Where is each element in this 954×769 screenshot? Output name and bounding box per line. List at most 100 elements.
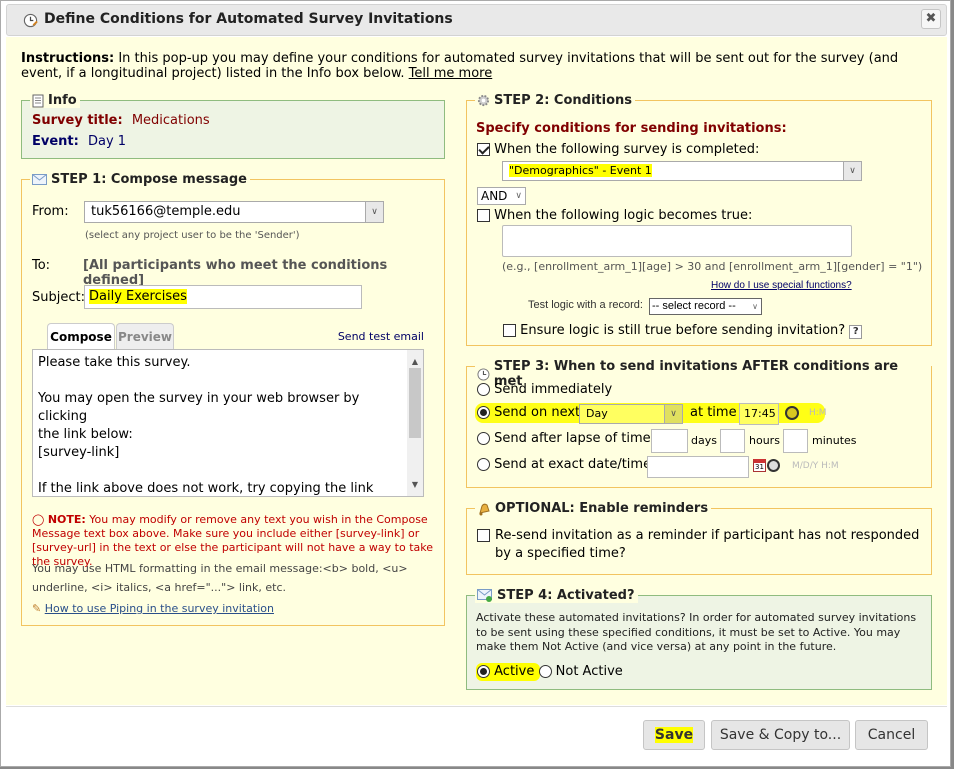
activation-options: Active Not Active xyxy=(477,664,623,679)
step2-legend-label: STEP 2: Conditions xyxy=(494,93,633,108)
clock-picker-icon[interactable] xyxy=(767,459,780,472)
message-line: [survey-link] xyxy=(38,445,120,460)
chevron-down-icon: ∨ xyxy=(752,302,758,311)
pencil-icon: ✎ xyxy=(32,602,42,615)
conditions-heading: Specify conditions for sending invitatio… xyxy=(476,121,787,136)
cancel-label: Cancel xyxy=(867,727,916,743)
time-value: 17:45 xyxy=(744,407,776,420)
step1-legend-label: STEP 1: Compose message xyxy=(51,172,248,187)
datetime-format-hint: M/D/Y H:M xyxy=(792,461,839,471)
reminder-checkbox[interactable] xyxy=(477,529,490,542)
send-lapse-radio[interactable] xyxy=(477,432,490,445)
message-textarea[interactable]: Please take this survey. You may open the… xyxy=(32,349,424,497)
survey-select[interactable]: "Demographics" - Event 1 ∨ xyxy=(502,161,862,181)
notepad-icon xyxy=(32,94,44,107)
test-logic-select-value: -- select record -- xyxy=(652,300,736,312)
message-line: You may open the survey in your web brow… xyxy=(38,391,360,424)
calendar-icon[interactable]: 31 xyxy=(753,459,766,472)
to-value: [All participants who meet the condition… xyxy=(83,258,388,288)
send-immediately-radio[interactable] xyxy=(477,383,490,396)
chevron-down-icon: ∨ xyxy=(664,405,682,423)
piping-row: ✎ How to use Piping in the survey invita… xyxy=(32,602,274,615)
send-next-radio[interactable] xyxy=(477,406,490,419)
step4-box: STEP 4: Activated? Activate these automa… xyxy=(466,588,932,690)
minutes-label: minutes xyxy=(812,434,857,447)
from-select[interactable]: tuk56166@temple.edu ∨ xyxy=(84,201,384,223)
cancel-button[interactable]: Cancel xyxy=(855,720,928,750)
exact-datetime-input[interactable] xyxy=(647,456,749,478)
logic-textarea[interactable] xyxy=(502,225,852,257)
message-scrollbar[interactable]: ▲ ▼ xyxy=(407,350,423,496)
chevron-down-icon: ∨ xyxy=(365,202,383,222)
lapse-minutes-input[interactable] xyxy=(783,429,808,453)
operator-select[interactable]: AND ∨ xyxy=(477,187,526,205)
envelope-icon xyxy=(32,174,47,185)
subject-input[interactable]: Daily Exercises xyxy=(84,285,362,309)
step4-legend: STEP 4: Activated? xyxy=(475,588,638,603)
active-radio[interactable] xyxy=(477,665,490,678)
logic-label: When the following logic becomes true: xyxy=(494,208,753,223)
dialog-titlebar[interactable]: Define Conditions for Automated Survey I… xyxy=(6,4,947,36)
message-body: Please take this survey. You may open the… xyxy=(38,354,401,496)
ensure-logic-checkbox[interactable] xyxy=(503,324,516,337)
from-hint: (select any project user to be the 'Send… xyxy=(85,230,300,241)
html-hint: You may use HTML formatting in the email… xyxy=(32,562,408,594)
step3-box: STEP 3: When to send invitations AFTER c… xyxy=(466,359,932,488)
instructions-label: Instructions: xyxy=(21,51,115,66)
lapse-days-input[interactable] xyxy=(651,429,688,453)
dialog: Define Conditions for Automated Survey I… xyxy=(0,0,951,767)
send-lapse-label: Send after lapse of time: xyxy=(494,431,656,446)
instructions: Instructions: In this pop-up you may def… xyxy=(21,51,921,81)
dialog-title: Define Conditions for Automated Survey I… xyxy=(44,11,453,27)
event-value: Day 1 xyxy=(87,134,127,149)
info-box: Info Survey title: Medications Event: Da… xyxy=(21,93,445,159)
piping-link[interactable]: How to use Piping in the survey invitati… xyxy=(45,602,274,615)
step1-legend: STEP 1: Compose message xyxy=(30,172,251,187)
scroll-thumb[interactable] xyxy=(409,368,421,438)
step1-box: STEP 1: Compose message From: tuk56166@t… xyxy=(21,172,445,626)
save-label: Save xyxy=(654,727,694,743)
message-line: If the link above does not work, try cop… xyxy=(38,481,374,496)
chevron-down-icon: ∨ xyxy=(515,191,522,201)
from-label: From: xyxy=(32,204,69,219)
tab-compose-label: Compose xyxy=(50,330,112,344)
tab-preview[interactable]: Preview xyxy=(116,323,174,349)
tab-compose[interactable]: Compose xyxy=(47,323,115,349)
lightbulb-icon: ◯ xyxy=(32,513,45,526)
test-logic-label: Test logic with a record: xyxy=(528,299,643,311)
save-copy-button[interactable]: Save & Copy to... xyxy=(711,720,850,750)
send-test-email-link[interactable]: Send test email xyxy=(338,330,424,343)
logic-example: (e.g., [enrollment_arm_1][age] > 30 and … xyxy=(502,260,923,273)
help-icon[interactable]: ? xyxy=(849,325,863,339)
hours-label: hours xyxy=(749,434,780,447)
not-active-radio[interactable] xyxy=(538,665,552,678)
test-logic-select[interactable]: -- select record -- ∨ xyxy=(649,298,762,315)
info-legend: Info xyxy=(30,93,80,108)
survey-title-value: Medications xyxy=(131,113,210,128)
reminders-legend: OPTIONAL: Enable reminders xyxy=(475,501,712,516)
step2-legend: STEP 2: Conditions xyxy=(475,93,636,108)
survey-completed-checkbox[interactable] xyxy=(477,143,490,156)
compose-area: Compose Preview Send test email Please t… xyxy=(32,323,424,497)
days-label: days xyxy=(691,434,717,447)
reminder-row: Re-send invitation as a reminder if part… xyxy=(477,527,922,563)
save-button[interactable]: Save xyxy=(643,720,705,750)
next-unit-select[interactable]: Day ∨ xyxy=(579,404,683,424)
close-button[interactable]: ✖ xyxy=(921,9,941,29)
scroll-down-icon[interactable]: ▼ xyxy=(407,476,423,494)
time-input[interactable]: 17:45 xyxy=(739,403,779,425)
send-exact-radio[interactable] xyxy=(477,458,490,471)
lapse-hours-input[interactable] xyxy=(720,429,745,453)
clock-icon xyxy=(23,13,38,28)
logic-checkbox[interactable] xyxy=(477,209,490,222)
tell-me-more-link[interactable]: Tell me more xyxy=(409,66,493,81)
chevron-down-icon: ∨ xyxy=(843,162,861,180)
message-line xyxy=(38,372,401,390)
reminders-legend-label: OPTIONAL: Enable reminders xyxy=(495,501,709,516)
at-time-label: at time xyxy=(690,405,737,420)
ensure-logic-label: Ensure logic is still true before sendin… xyxy=(520,323,846,338)
time-picker-icon[interactable] xyxy=(785,406,799,420)
close-icon: ✖ xyxy=(925,11,937,26)
send-next-row: Send on next xyxy=(477,405,580,420)
special-functions-link[interactable]: How do I use special functions? xyxy=(711,280,852,291)
